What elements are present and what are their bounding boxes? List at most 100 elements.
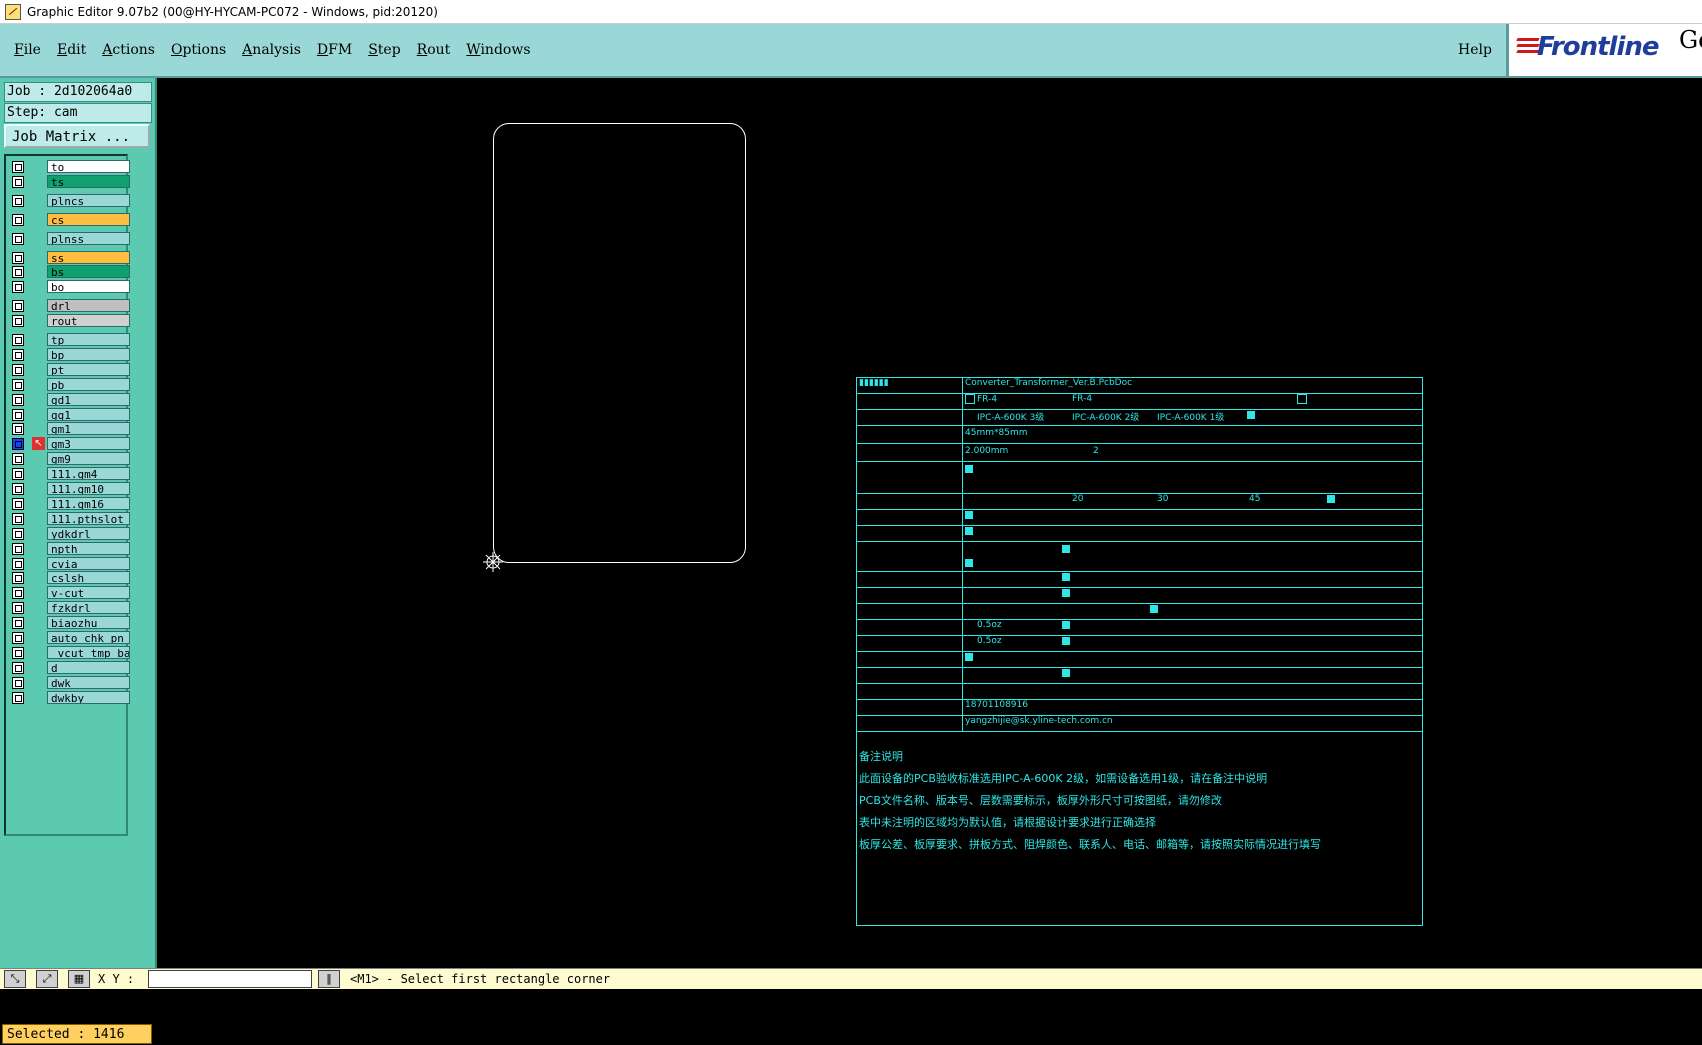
menu-edit[interactable]: Edit <box>57 42 86 58</box>
layer-checkbox[interactable] <box>12 453 24 466</box>
layer-checkbox[interactable] <box>12 587 24 600</box>
menu-analysis[interactable]: Analysis <box>242 42 301 58</box>
layer-row[interactable]: cslsh <box>10 571 130 585</box>
layer-checkbox[interactable] <box>12 557 24 570</box>
layer-name[interactable]: gm1 <box>47 422 130 436</box>
layer-checkbox[interactable] <box>12 572 24 585</box>
layer-checkbox[interactable] <box>12 281 24 294</box>
menu-help[interactable]: Help <box>1458 42 1492 58</box>
layer-name[interactable]: cslsh <box>47 571 130 585</box>
layer-checkbox[interactable] <box>12 661 24 674</box>
layer-checkbox[interactable] <box>12 315 24 328</box>
menu-dfm[interactable]: DFM <box>317 42 352 58</box>
layer-row[interactable]: drl <box>10 299 130 313</box>
layer-name[interactable]: biaozhu <box>47 616 130 630</box>
layer-row[interactable]: d <box>10 660 130 675</box>
menu-rout[interactable]: Rout <box>417 42 451 58</box>
zoom-tool-icon[interactable]: ⤡ <box>4 970 26 988</box>
layer-row[interactable]: ↖ gm3 <box>10 437 130 451</box>
layer-checkbox[interactable] <box>12 676 24 689</box>
job-matrix-button[interactable]: Job Matrix ... <box>4 124 150 148</box>
layer-checkbox[interactable] <box>12 512 24 525</box>
layer-name[interactable]: pb <box>47 377 130 391</box>
layer-name[interactable]: to <box>47 160 130 173</box>
layer-name[interactable]: tp <box>47 333 130 346</box>
layer-row[interactable]: cvia <box>10 556 130 571</box>
layer-row[interactable]: gm1 <box>10 422 130 436</box>
layer-row[interactable]: 111.gm4 <box>10 467 130 481</box>
layer-name[interactable]: plnss <box>47 231 130 245</box>
layer-checkbox[interactable] <box>12 393 24 406</box>
layer-checkbox[interactable] <box>12 527 24 540</box>
layer-checkbox[interactable] <box>12 232 24 245</box>
layer-row[interactable]: pb <box>10 377 130 392</box>
layer-row[interactable]: gm9 <box>10 452 130 466</box>
layer-checkbox[interactable] <box>12 266 24 279</box>
layer-row[interactable]: v-cut <box>10 586 130 600</box>
layer-row[interactable]: fzkdrl <box>10 601 130 615</box>
layer-name[interactable]: d <box>47 660 130 674</box>
layer-name[interactable]: dwkby <box>47 690 130 704</box>
layer-row[interactable]: 111.gm10 <box>10 482 130 496</box>
layer-name[interactable]: ts <box>47 174 130 188</box>
layer-checkbox[interactable] <box>12 438 24 451</box>
layer-checkbox[interactable] <box>12 408 24 421</box>
layer-name[interactable]: auto_chk_pn <box>47 631 130 644</box>
layer-row[interactable]: _vcut_tmp_ba <box>10 645 130 660</box>
layer-checkbox[interactable] <box>12 194 24 207</box>
layer-row[interactable]: biaozhu <box>10 616 130 630</box>
layer-name[interactable]: drl <box>47 299 130 313</box>
layer-name[interactable]: gd1 <box>47 392 130 406</box>
pause-icon[interactable]: ‖ <box>318 970 340 988</box>
layer-checkbox[interactable] <box>12 175 24 188</box>
layer-name[interactable]: v-cut <box>47 586 130 600</box>
layer-name[interactable]: dwk <box>47 675 130 689</box>
layer-row[interactable]: npth <box>10 541 130 556</box>
layer-checkbox[interactable] <box>12 646 24 659</box>
layer-checkbox[interactable] <box>12 632 24 644</box>
menu-file[interactable]: File <box>14 42 41 58</box>
layer-name[interactable]: plncs <box>47 193 130 207</box>
layer-name[interactable]: bo <box>47 280 130 294</box>
layer-checkbox[interactable] <box>12 602 24 615</box>
layer-row[interactable]: bp <box>10 347 130 362</box>
layer-checkbox[interactable] <box>12 497 24 510</box>
layer-name[interactable]: ydkdrl <box>47 526 130 540</box>
layer-checkbox[interactable] <box>12 363 24 376</box>
layer-checkbox[interactable] <box>12 542 24 555</box>
layer-checkbox[interactable] <box>12 251 24 264</box>
layer-row[interactable]: 111.gm16 <box>10 496 130 511</box>
layer-row[interactable]: gg1 <box>10 407 130 422</box>
layer-checkbox[interactable] <box>12 468 24 481</box>
layer-row[interactable]: ss <box>10 250 130 265</box>
layer-row[interactable]: rout <box>10 314 130 328</box>
grid-tool-icon[interactable]: ▦ <box>68 970 90 988</box>
layer-row[interactable]: bo <box>10 280 130 294</box>
layer-row[interactable]: tp <box>10 333 130 347</box>
layer-row[interactable]: plnss <box>10 231 130 246</box>
layer-row[interactable]: cs <box>10 212 130 227</box>
layer-name[interactable]: rout <box>47 314 130 328</box>
layer-checkbox[interactable] <box>12 334 24 346</box>
layer-name[interactable]: 111.gm16 <box>47 496 130 510</box>
layer-checkbox[interactable] <box>12 161 24 173</box>
layer-row[interactable]: plncs <box>10 193 130 208</box>
layer-checkbox[interactable] <box>12 348 24 361</box>
layer-name[interactable]: 111.gm4 <box>47 467 130 481</box>
layer-name[interactable]: pt <box>47 362 130 376</box>
layer-row[interactable]: dwkby <box>10 690 130 705</box>
layer-row[interactable]: ydkdrl <box>10 526 130 541</box>
layer-name[interactable]: gm9 <box>47 452 130 466</box>
layer-checkbox[interactable] <box>12 691 24 704</box>
layer-name[interactable]: ss <box>47 250 130 264</box>
xy-input[interactable] <box>148 970 312 988</box>
menu-windows[interactable]: Windows <box>466 42 530 58</box>
layer-name[interactable]: 111.pthslot <box>47 511 130 525</box>
layer-checkbox[interactable] <box>12 483 24 495</box>
layer-row[interactable]: bs <box>10 265 130 279</box>
layer-row[interactable]: auto_chk_pn <box>10 631 130 645</box>
layer-checkbox[interactable] <box>12 300 24 313</box>
layer-name[interactable]: bs <box>47 265 130 279</box>
measure-tool-icon[interactable]: ⤢ <box>36 970 58 988</box>
menu-step[interactable]: Step <box>368 42 400 58</box>
